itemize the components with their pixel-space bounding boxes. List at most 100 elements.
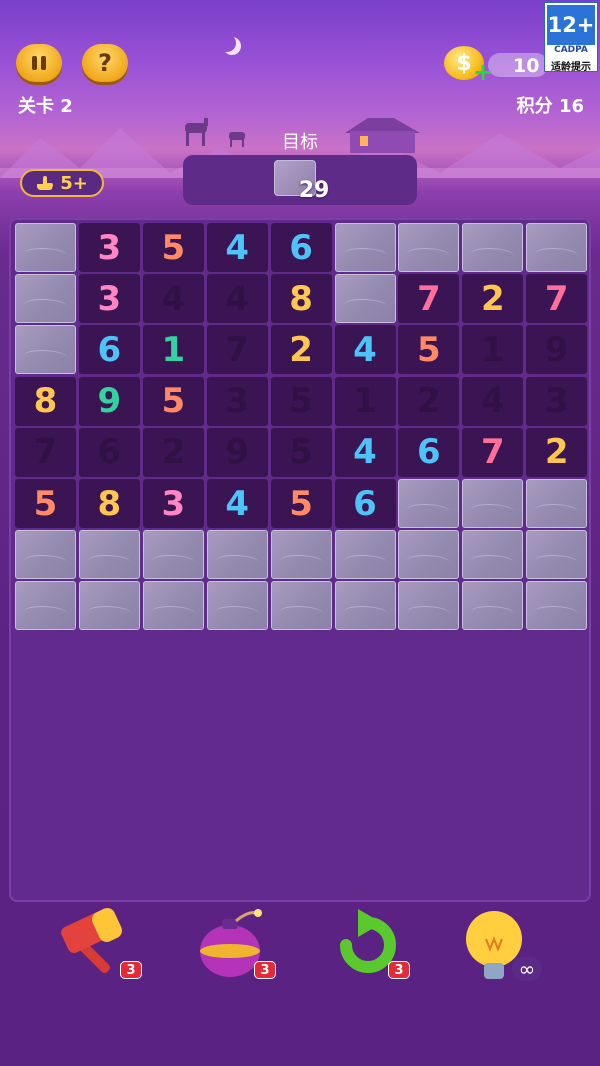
number-tile[interactable]: 5 [142, 223, 204, 272]
add-coins-button[interactable]: + [473, 58, 493, 86]
number-tile[interactable]: 5 [15, 479, 76, 528]
number-tile[interactable]: 7 [15, 427, 76, 477]
number-tile[interactable]: 3 [78, 223, 140, 272]
number-tile[interactable]: 8 [270, 274, 332, 324]
number-tile[interactable]: 4 [462, 376, 524, 426]
pause-icon [32, 56, 46, 70]
number-tile[interactable]: 4 [206, 479, 268, 528]
stone-tile[interactable] [15, 581, 76, 631]
stone-tile[interactable] [526, 223, 588, 272]
stone-tile[interactable] [398, 581, 460, 631]
number-tile[interactable]: 9 [206, 427, 268, 477]
tile-number: 7 [225, 329, 250, 370]
stone-tile[interactable] [462, 223, 524, 272]
tile-number: 9 [544, 329, 569, 370]
number-tile[interactable]: 7 [462, 427, 524, 477]
number-tile[interactable]: 3 [142, 479, 204, 528]
number-tile[interactable]: 3 [526, 376, 588, 426]
number-tile[interactable]: 6 [334, 479, 396, 528]
stone-tile[interactable] [15, 223, 76, 272]
number-tile[interactable]: 2 [398, 376, 460, 426]
tile-number: 5 [289, 483, 313, 524]
number-tile[interactable]: 4 [142, 274, 204, 324]
number-tile[interactable]: 5 [398, 325, 460, 375]
tile-number: 8 [289, 278, 313, 319]
stone-tile[interactable] [15, 325, 76, 375]
stone-tile[interactable] [526, 581, 588, 631]
pause-button[interactable] [16, 44, 62, 82]
tile-number: 8 [97, 483, 122, 524]
number-tile[interactable]: 5 [270, 427, 332, 477]
number-tile[interactable]: 4 [334, 325, 396, 375]
number-tile[interactable]: 1 [334, 376, 396, 426]
number-tile[interactable]: 9 [526, 325, 588, 375]
stone-tile[interactable] [526, 479, 588, 528]
stone-tile[interactable] [462, 479, 524, 528]
stone-tile[interactable] [398, 479, 460, 528]
tile-number: 4 [353, 329, 377, 370]
number-tile[interactable]: 5 [270, 479, 332, 528]
goal-count: 29 [298, 178, 330, 203]
bomb-button[interactable]: 3 [192, 905, 282, 995]
score-label: 积分 16 [516, 96, 584, 117]
stone-tile[interactable] [15, 530, 76, 580]
tile-number: 3 [97, 278, 122, 319]
stone-tile[interactable] [398, 223, 460, 272]
number-tile[interactable]: 2 [462, 274, 524, 324]
stone-tile[interactable] [78, 581, 140, 631]
dollar-icon: $ [456, 50, 472, 76]
stone-tile[interactable] [78, 530, 140, 580]
number-tile[interactable]: 5 [270, 376, 332, 426]
number-tile[interactable]: 1 [142, 325, 204, 375]
number-tile[interactable]: 9 [78, 376, 140, 426]
tile-number: 6 [289, 227, 313, 268]
stone-tile[interactable] [142, 530, 204, 580]
number-tile[interactable]: 3 [78, 274, 140, 324]
number-tile[interactable]: 5 [142, 376, 204, 426]
tile-number: 6 [97, 329, 122, 370]
number-tile[interactable]: 7 [526, 274, 588, 324]
number-tile[interactable]: 6 [398, 427, 460, 477]
undo-button[interactable]: 3 [328, 905, 418, 995]
number-tile[interactable]: 4 [334, 427, 396, 477]
tile-number: 1 [480, 329, 505, 370]
number-tile[interactable]: 4 [206, 274, 268, 324]
tile-number: 9 [97, 381, 122, 422]
stone-tile[interactable] [206, 581, 268, 631]
stone-tile[interactable] [398, 530, 460, 580]
number-tile[interactable]: 6 [78, 325, 140, 375]
stone-tile[interactable] [270, 530, 332, 580]
stone-tile[interactable] [526, 530, 588, 580]
tile-number: 1 [353, 381, 377, 422]
number-tile[interactable]: 8 [78, 479, 140, 528]
number-tile[interactable]: 1 [462, 325, 524, 375]
hint-button[interactable]: ∞ [458, 905, 548, 995]
number-tile[interactable]: 6 [78, 427, 140, 477]
hammer-button[interactable]: 3 [55, 905, 145, 995]
number-tile[interactable]: 8 [15, 376, 76, 426]
number-tile[interactable]: 2 [526, 427, 588, 477]
number-tile[interactable]: 2 [270, 325, 332, 375]
stone-tile[interactable] [206, 530, 268, 580]
age-rating-notice: 适龄提示 [551, 62, 591, 73]
stone-tile[interactable] [462, 581, 524, 631]
help-button[interactable]: ? [82, 44, 128, 82]
stone-tile[interactable] [270, 581, 332, 631]
number-tile[interactable]: 2 [142, 427, 204, 477]
number-tile[interactable]: 6 [270, 223, 332, 272]
tile-number: 7 [417, 278, 441, 319]
number-tile[interactable]: 7 [206, 325, 268, 375]
stone-tile[interactable] [15, 274, 76, 324]
tile-number: 4 [480, 381, 505, 422]
tile-number: 2 [289, 329, 313, 370]
stone-tile[interactable] [334, 581, 396, 631]
stone-tile[interactable] [462, 530, 524, 580]
stone-tile[interactable] [334, 274, 396, 324]
stone-tile[interactable] [334, 223, 396, 272]
number-tile[interactable]: 3 [206, 376, 268, 426]
stone-tile[interactable] [334, 530, 396, 580]
bomb-count-badge: 3 [254, 961, 276, 979]
number-tile[interactable]: 7 [398, 274, 460, 324]
stone-tile[interactable] [142, 581, 204, 631]
number-tile[interactable]: 4 [206, 223, 268, 272]
